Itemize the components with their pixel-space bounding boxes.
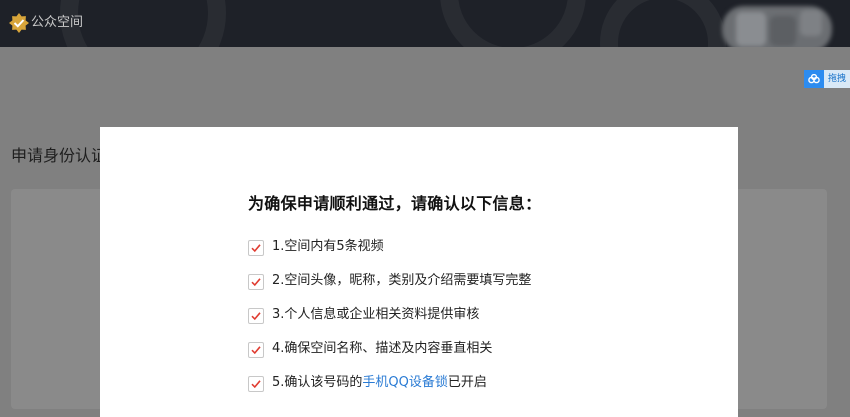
checklist-item-text: 4.确保空间名称、描述及内容垂直相关 (272, 341, 493, 356)
checklist-item-text: 1.空间内有5条视频 (272, 239, 384, 254)
check-mark-icon (251, 278, 261, 287)
checkbox[interactable] (248, 342, 264, 358)
checkbox[interactable] (248, 240, 264, 256)
device-lock-link[interactable]: 手机QQ设备锁 (362, 375, 447, 390)
check-mark-icon (251, 312, 261, 321)
checkbox[interactable] (248, 274, 264, 290)
header-decoration (60, 0, 226, 47)
checkbox[interactable] (248, 376, 264, 392)
checklist-item-text: 3.个人信息或企业相关资料提供审核 (272, 307, 480, 322)
header-decoration (440, 0, 586, 47)
site-logo[interactable]: 公众空间 (9, 13, 83, 33)
checkbox[interactable] (248, 308, 264, 324)
top-navigation-bar: 公众空间 (0, 0, 850, 47)
checklist-item: 3.个人信息或企业相关资料提供审核 (248, 305, 531, 339)
side-tag-label: 拖拽 (823, 70, 850, 88)
checklist-item: 2.空间头像，昵称，类别及介绍需要填写完整 (248, 271, 531, 305)
requirements-checklist: 1.空间内有5条视频 2.空间头像，昵称，类别及介绍需要填写完整 3.个人信息或… (248, 237, 531, 407)
side-floating-tag[interactable]: 拖拽 (803, 70, 850, 88)
page-title: 申请身份认证 (11, 146, 108, 165)
verified-badge-icon (9, 13, 29, 33)
confirmation-dialog: 为确保申请顺利通过，请确认以下信息： 1.空间内有5条视频 2.空间头像，昵称，… (100, 127, 738, 417)
item-text-before: 5.确认该号码的 (272, 375, 363, 390)
check-mark-icon (251, 346, 261, 355)
checklist-item: 4.确保空间名称、描述及内容垂直相关 (248, 339, 531, 373)
header-decoration (600, 0, 726, 47)
check-mark-icon (251, 380, 261, 389)
checklist-item: 5.确认该号码的手机QQ设备锁已开启 (248, 373, 531, 407)
item-text-after: 已开启 (447, 375, 487, 390)
check-mark-icon (251, 244, 261, 253)
checklist-item-text: 2.空间头像，昵称，类别及介绍需要填写完整 (272, 273, 532, 288)
user-avatar[interactable] (722, 6, 832, 47)
checklist-item: 1.空间内有5条视频 (248, 237, 531, 271)
dialog-heading: 为确保申请顺利通过，请确认以下信息： (248, 194, 542, 213)
baidu-cloud-icon (803, 70, 824, 88)
checklist-item-text: 5.确认该号码的手机QQ设备锁已开启 (272, 373, 487, 393)
logo-text: 公众空间 (31, 15, 84, 30)
